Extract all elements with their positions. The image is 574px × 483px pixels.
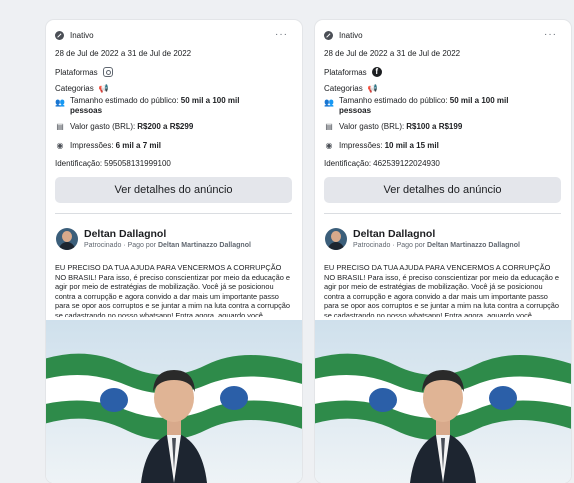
ad-card: Inativo ··· 28 de Jul de 2022 a 31 de Ju… [46, 20, 302, 483]
platforms-row: Plataformas f [324, 67, 382, 77]
ad-id-row: Identificação: 595058131999100 [55, 159, 171, 168]
impressions-value: 6 mil a 7 mil [115, 141, 161, 150]
audience-row: 👥 Tamanho estimado do público: 50 mil a … [324, 96, 508, 116]
date-range: 28 de Jul de 2022 a 31 de Jul de 2022 [55, 49, 192, 58]
check-circle-icon [324, 31, 333, 40]
money-icon: ▤ [325, 122, 333, 131]
sponsored-label: Patrocinado · Pago por [84, 242, 156, 249]
see-ad-details-button[interactable]: Ver detalhes do anúncio [55, 177, 292, 203]
ad-id-label: Identificação: [55, 159, 103, 168]
megaphone-icon: 📢 [367, 84, 378, 93]
sponsored-line: Patrocinado · Pago por Deltan Martinazzo… [353, 242, 520, 249]
ad-id-value: 595058131999100 [104, 159, 171, 168]
spend-row: ▤ Valor gasto (BRL): R$200 a R$299 [55, 122, 193, 131]
categories-row: Categorias 📢 [324, 84, 378, 93]
ellipsis-icon[interactable]: ··· [275, 29, 288, 40]
platforms-label: Plataformas [324, 67, 367, 77]
divider [324, 213, 561, 214]
people-icon: 👥 [324, 98, 334, 107]
platforms-label: Plataformas [55, 67, 98, 77]
impressions-label: Impressões: [339, 141, 383, 150]
spend-label: Valor gasto (BRL): [339, 122, 405, 131]
ad-body-text: EU PRECISO DA TUA AJUDA PARA VENCERMOS A… [55, 263, 290, 317]
advertiser-name[interactable]: Deltan Dallagnol [353, 228, 435, 240]
audience-value: 50 mil a 100 mil [180, 96, 240, 105]
money-icon: ▤ [56, 122, 64, 131]
categories-label: Categorias [55, 84, 94, 93]
status-row: Inativo [324, 31, 363, 40]
paid-by-name: Deltan Martinazzo Dallagnol [157, 242, 251, 249]
impressions-value: 10 mil a 15 mil [384, 141, 439, 150]
advertiser-name[interactable]: Deltan Dallagnol [84, 228, 166, 240]
spend-value: R$100 a R$199 [406, 122, 463, 131]
ad-photo-graphic [315, 320, 571, 483]
status-label: Inativo [70, 31, 94, 40]
audience-text: Tamanho estimado do público: 50 mil a 10… [70, 96, 239, 116]
ad-id-value: 462539122024930 [373, 159, 440, 168]
ad-image[interactable] [46, 320, 302, 483]
categories-row: Categorias 📢 [55, 84, 109, 93]
categories-label: Categorias [324, 84, 363, 93]
ad-body-text: EU PRECISO DA TUA AJUDA PARA VENCERMOS A… [324, 263, 559, 317]
date-range: 28 de Jul de 2022 a 31 de Jul de 2022 [324, 49, 461, 58]
ad-id-label: Identificação: [324, 159, 372, 168]
eye-icon: ◉ [56, 141, 64, 150]
eye-icon: ◉ [325, 141, 333, 150]
audience-text: Tamanho estimado do público: 50 mil a 10… [339, 96, 508, 116]
ad-card: Inativo ··· 28 de Jul de 2022 a 31 de Ju… [315, 20, 571, 483]
see-ad-details-button[interactable]: Ver detalhes do anúncio [324, 177, 561, 203]
audience-value: 50 mil a 100 mil [449, 96, 509, 105]
ad-id-row: Identificação: 462539122024930 [324, 159, 440, 168]
audience-row: 👥 Tamanho estimado do público: 50 mil a … [55, 96, 239, 116]
facebook-icon: f [371, 67, 382, 77]
status-row: Inativo [55, 31, 94, 40]
spend-row: ▤ Valor gasto (BRL): R$100 a R$199 [324, 122, 462, 131]
check-circle-icon [55, 31, 64, 40]
impressions-label: Impressões: [70, 141, 114, 150]
ellipsis-icon[interactable]: ··· [544, 29, 557, 40]
divider [55, 213, 292, 214]
sponsored-label: Patrocinado · Pago por [353, 242, 425, 249]
platforms-row: Plataformas [55, 67, 113, 77]
impressions-row: ◉ Impressões: 10 mil a 15 mil [324, 141, 439, 150]
avatar[interactable] [325, 228, 347, 250]
spend-value: R$200 a R$299 [137, 122, 194, 131]
instagram-icon [102, 67, 113, 77]
audience-value-cont: pessoas [339, 106, 372, 115]
audience-label: Tamanho estimado do público: [70, 96, 179, 105]
audience-value-cont: pessoas [70, 106, 103, 115]
people-icon: 👥 [55, 98, 65, 107]
ad-photo-graphic [46, 320, 302, 483]
sponsored-line: Patrocinado · Pago por Deltan Martinazzo… [84, 242, 251, 249]
audience-label: Tamanho estimado do público: [339, 96, 448, 105]
ad-image[interactable] [315, 320, 571, 483]
paid-by-name: Deltan Martinazzo Dallagnol [426, 242, 520, 249]
impressions-row: ◉ Impressões: 6 mil a 7 mil [55, 141, 161, 150]
avatar[interactable] [56, 228, 78, 250]
megaphone-icon: 📢 [98, 84, 109, 93]
status-label: Inativo [339, 31, 363, 40]
spend-label: Valor gasto (BRL): [70, 122, 136, 131]
